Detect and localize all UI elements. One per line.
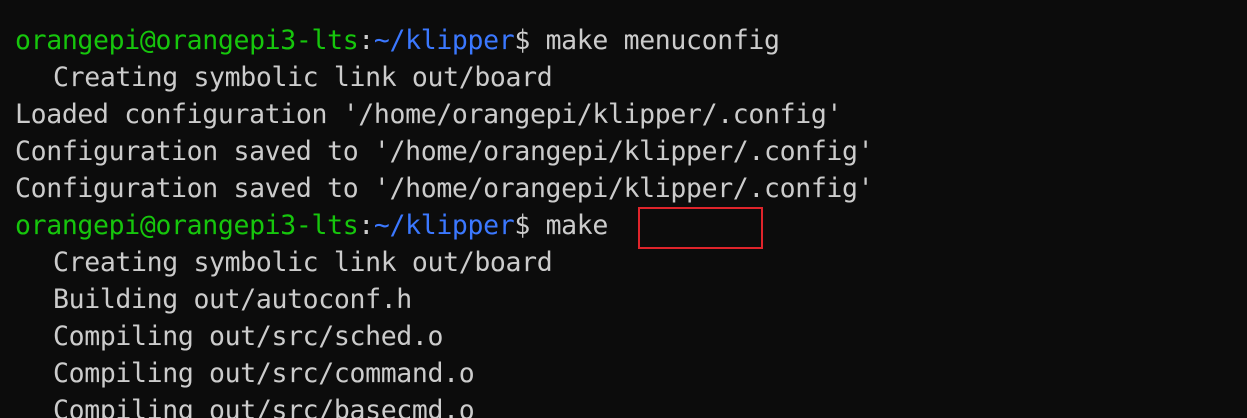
prompt-dollar: $	[514, 25, 530, 56]
output-line: Creating symbolic link out/board	[15, 244, 873, 281]
command-text: make	[529, 210, 609, 241]
output-text: Loaded configuration '/home/orangepi/kli…	[15, 99, 843, 130]
output-line: Compiling out/src/sched.o	[15, 318, 873, 355]
prompt-path: ~/klipper	[373, 25, 515, 56]
output-line: Configuration saved to '/home/orangepi/k…	[15, 170, 874, 207]
prompt-colon: :	[358, 25, 374, 56]
output-text: Compiling out/src/sched.o	[53, 321, 444, 352]
output-line: Loaded configuration '/home/orangepi/kli…	[15, 96, 873, 133]
output-text: Creating symbolic link out/board	[53, 247, 553, 278]
command-text: make menuconfig	[529, 25, 780, 56]
output-line: Configuration saved to '/home/orangepi/k…	[15, 133, 874, 170]
prompt-dollar: $	[514, 210, 530, 241]
output-text: Configuration saved to '/home/orangepi/k…	[15, 173, 874, 204]
output-line: Compiling out/src/command.o	[15, 355, 873, 392]
output-text: Creating symbolic link out/board	[53, 62, 553, 93]
output-line: Building out/autoconf.h	[15, 281, 873, 318]
prompt-line: orangepi@orangepi3-lts:~/klipper$ make	[15, 207, 873, 244]
output-text: Building out/autoconf.h	[53, 284, 412, 315]
output-text: Compiling out/src/command.o	[53, 358, 475, 389]
terminal-window[interactable]: orangepi@orangepi3-lts:~/klipper$ make m…	[0, 0, 1247, 418]
terminal-output: orangepi@orangepi3-lts:~/klipper$ make m…	[15, 22, 874, 418]
prompt-user: orangepi@orangepi3-lts	[15, 25, 359, 56]
output-line: Creating symbolic link out/board	[15, 59, 873, 96]
output-text: Compiling out/src/basecmd.o	[53, 395, 475, 418]
prompt-path: ~/klipper	[373, 210, 515, 241]
prompt-colon: :	[358, 210, 374, 241]
output-text: Configuration saved to '/home/orangepi/k…	[15, 136, 874, 167]
prompt-user: orangepi@orangepi3-lts	[15, 210, 359, 241]
output-line: Compiling out/src/basecmd.o	[15, 392, 873, 418]
prompt-line: orangepi@orangepi3-lts:~/klipper$ make m…	[15, 22, 873, 59]
